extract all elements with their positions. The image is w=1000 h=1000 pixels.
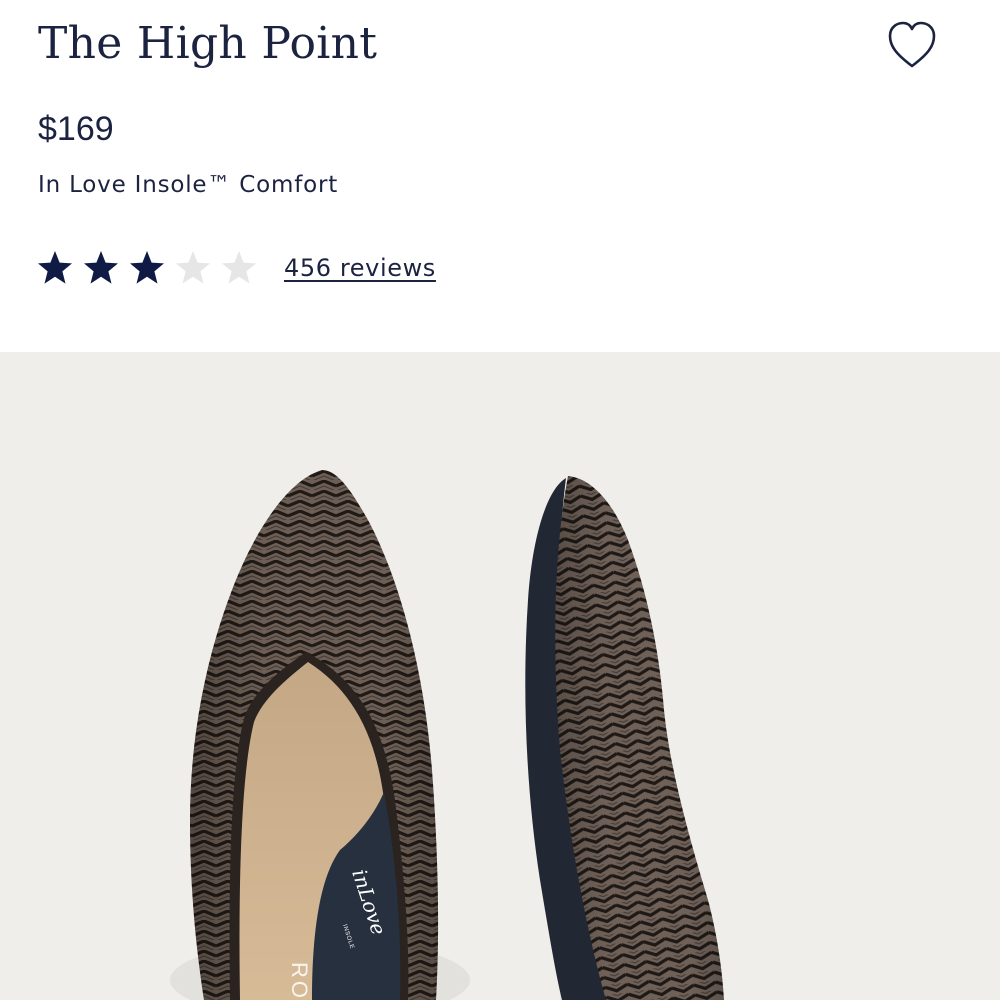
rating-row: 456 reviews xyxy=(36,246,436,290)
star-empty-icon xyxy=(176,251,210,284)
shoe-photo: inLove INSOLE RO xyxy=(170,470,724,1000)
reviews-link[interactable]: 456 reviews xyxy=(284,254,436,282)
star-empty-icon xyxy=(222,251,256,284)
product-image[interactable]: inLove INSOLE RO xyxy=(0,352,1000,1000)
favorite-button[interactable] xyxy=(884,20,940,70)
star-filled-icon xyxy=(38,251,72,284)
product-page: The High Point $169 In Love Insole™ Comf… xyxy=(0,0,1000,1000)
star-rating xyxy=(36,249,266,287)
product-subtitle: In Love Insole™ Comfort xyxy=(38,172,339,198)
insole-logo-text: RO xyxy=(287,962,312,1000)
star-filled-icon xyxy=(130,251,164,284)
product-header: The High Point $169 In Love Insole™ Comf… xyxy=(0,0,1000,352)
product-title: The High Point xyxy=(38,18,378,69)
product-price: $169 xyxy=(38,110,114,148)
heart-outline-icon xyxy=(888,21,936,68)
star-filled-icon xyxy=(84,251,118,284)
